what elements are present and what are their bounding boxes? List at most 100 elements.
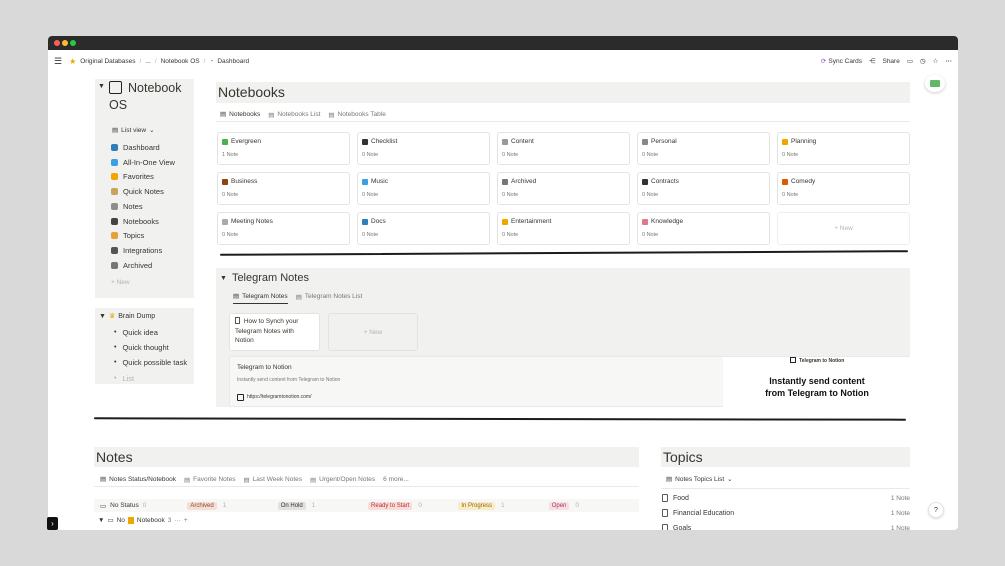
sync-cards-button[interactable]: ⟳ Sync Cards xyxy=(821,57,862,66)
tab-notebooks-table[interactable]: ▤ Notebooks Table xyxy=(328,111,385,122)
telegram-card[interactable]: How to Synch your Telegram Notes with No… xyxy=(229,313,320,351)
notebook-card-checklist[interactable]: Checklist 0 Note xyxy=(357,132,490,165)
notebook-card-header: Checklist xyxy=(362,138,397,145)
comment-icon[interactable]: ▭ xyxy=(907,57,913,65)
sidebar-item-all-in-one-view[interactable]: All-In-One View xyxy=(111,158,175,167)
brain-dump-item[interactable]: • Quick thought xyxy=(114,343,169,352)
tab-telegram-notes[interactable]: ▤ Telegram Notes xyxy=(233,292,288,304)
status-column-in-progress[interactable]: In Progress 1 xyxy=(458,501,548,510)
brain-dump-item[interactable]: • List xyxy=(114,374,134,383)
topic-row[interactable]: Financial Education 1 Note xyxy=(662,509,910,517)
brain-dump-item[interactable]: • Quick possible task xyxy=(114,358,187,367)
status-column-no-status[interactable]: ▭ No Status 0 xyxy=(94,502,187,510)
sidebar-item-favorites[interactable]: Favorites xyxy=(111,172,154,181)
topic-row[interactable]: Goals 1 Note xyxy=(662,524,910,530)
notebook-card-knowledge[interactable]: Knowledge 0 Note xyxy=(637,212,770,245)
sidebar-item-notebooks[interactable]: Notebooks xyxy=(111,217,159,226)
notebook-card-personal[interactable]: Personal 0 Note xyxy=(637,132,770,165)
list-view-selector[interactable]: ▤ List view ⌄ xyxy=(112,126,155,135)
notebook-card-contracts[interactable]: Contracts 0 Note xyxy=(637,172,770,205)
sidebar-item-quick-notes[interactable]: Quick Notes xyxy=(111,187,164,196)
notebook-card-count: 0 Note xyxy=(362,152,379,158)
document-icon xyxy=(662,494,668,502)
status-board-header: ▭ No Status 0 Archived 1 On Hold 1 Ready to Sta… xyxy=(94,499,639,512)
telegram-new-button[interactable]: + New xyxy=(328,313,418,351)
notebook-card-header: Business xyxy=(222,178,257,185)
tab-last-week-notes[interactable]: ▤ Last Week Notes xyxy=(243,476,302,487)
minimize-window-button[interactable] xyxy=(62,40,68,46)
breadcrumb-item[interactable]: Original Databases xyxy=(80,58,135,65)
breadcrumb-item[interactable]: Notebook OS xyxy=(161,58,200,65)
notebook-card-header: Contracts xyxy=(642,178,679,185)
topics-view-selector[interactable]: ▤ Notes Topics List ⌄ xyxy=(666,475,733,484)
tab-telegram-notes-list[interactable]: ▤ Telegram Notes List xyxy=(296,293,363,304)
tab-notebooks-list[interactable]: ▤ Notebooks List xyxy=(268,111,320,122)
favorite-icon[interactable]: ☆ xyxy=(933,57,939,65)
more-icon[interactable]: ··· xyxy=(946,58,953,65)
status-column-on-hold[interactable]: On Hold 1 xyxy=(277,501,368,510)
notebook-card-header: Meeting Notes xyxy=(222,218,273,225)
group-more-button[interactable]: ··· xyxy=(174,517,181,524)
notebook-card-entertainment[interactable]: Entertainment 0 Note xyxy=(497,212,630,245)
notebooks-title: Notebooks xyxy=(218,84,285,100)
divider-line xyxy=(93,417,907,421)
bookmark-card[interactable]: Telegram to Notion Instantly send conten… xyxy=(229,356,911,408)
brain-dump-item[interactable]: • Quick idea xyxy=(114,328,158,337)
status-column-archived[interactable]: Archived 1 xyxy=(187,501,277,510)
sidebar-new-button[interactable]: + New xyxy=(111,279,130,286)
group-count: 3 xyxy=(167,516,172,524)
star-icon: ★ xyxy=(69,56,77,66)
sidebar-item-topics[interactable]: Topics xyxy=(111,231,144,240)
tab-urgent-open-notes[interactable]: ▤ Urgent/Open Notes xyxy=(310,476,375,487)
toggle-icon: ▼ xyxy=(220,274,227,282)
sidebar-item-integrations[interactable]: Integrations xyxy=(111,246,162,255)
menu-icon[interactable]: ☰ xyxy=(54,56,62,67)
view-icon: ▤ xyxy=(243,476,250,484)
close-window-button[interactable] xyxy=(54,40,60,46)
notebook-card-business[interactable]: Business 0 Note xyxy=(217,172,350,205)
notebook-card-music[interactable]: Music 0 Note xyxy=(357,172,490,205)
help-button[interactable]: ? xyxy=(928,502,944,518)
notebook-card-meeting-notes[interactable]: Meeting Notes 0 Note xyxy=(217,212,350,245)
sidebar-item-label: Archived xyxy=(123,260,153,270)
notebook-group[interactable]: ▼ ▭ No Notebook 3 ··· + xyxy=(98,516,188,524)
brain-dump-header[interactable]: ▼ ♛ Brain Dump xyxy=(99,312,155,321)
sidebar-item-notes[interactable]: Notes xyxy=(111,202,143,211)
notebook-card-planning[interactable]: Planning 0 Note xyxy=(777,132,910,165)
notebook-card-count: 0 Note xyxy=(782,152,799,158)
tab-favorite-notes[interactable]: ▤ Favorite Notes xyxy=(184,476,235,487)
status-column-ready-to-start[interactable]: Ready to Start 0 xyxy=(368,501,458,510)
note-icon xyxy=(111,202,118,210)
group-add-button[interactable]: + xyxy=(184,517,188,524)
collapse-toggle[interactable]: ▼ xyxy=(98,83,105,90)
sidebar-item-archived[interactable]: Archived xyxy=(111,261,152,270)
clock-icon[interactable]: ◷ xyxy=(920,57,926,65)
notebook-badge-icon[interactable] xyxy=(925,75,945,92)
share-button[interactable]: Share xyxy=(882,58,899,65)
status-column-open[interactable]: Open 0 xyxy=(548,501,639,510)
notebook-os-icon xyxy=(109,81,122,94)
notes-header-bar xyxy=(94,447,639,467)
new-notebook-button[interactable]: + New xyxy=(777,212,910,245)
topic-row[interactable]: Food 1 Note xyxy=(662,494,910,502)
notebook-card-evergreen[interactable]: Evergreen 1 Note xyxy=(217,132,350,165)
telegram-header[interactable]: ▼ Telegram Notes xyxy=(220,272,309,284)
notebook-card-docs[interactable]: Docs 0 Note xyxy=(357,212,490,245)
doc-icon xyxy=(235,317,240,324)
sync-cards-label: Sync Cards xyxy=(828,57,862,65)
sidebar-toggle-button[interactable]: › xyxy=(47,517,58,530)
list-icon: ▤ xyxy=(666,476,673,483)
notebook-card-content[interactable]: Content 0 Note xyxy=(497,132,630,165)
sidebar-item-dashboard[interactable]: Dashboard xyxy=(111,143,160,152)
notebook-card-archived[interactable]: Archived 0 Note xyxy=(497,172,630,205)
more-views-button[interactable]: 6 more... xyxy=(383,476,409,486)
share-network-icon[interactable]: ⋲ xyxy=(869,57,876,65)
notebook-card-comedy[interactable]: Comedy 0 Note xyxy=(777,172,910,205)
breadcrumb-item[interactable]: ... xyxy=(145,58,150,65)
maximize-window-button[interactable] xyxy=(70,40,76,46)
planning-icon xyxy=(782,138,788,145)
notebook-card-name: Evergreen xyxy=(231,138,261,145)
breadcrumb-item[interactable]: Dashboard xyxy=(217,58,249,65)
view-icon: ▤ xyxy=(220,111,227,118)
status-badge: In Progress xyxy=(458,501,496,510)
